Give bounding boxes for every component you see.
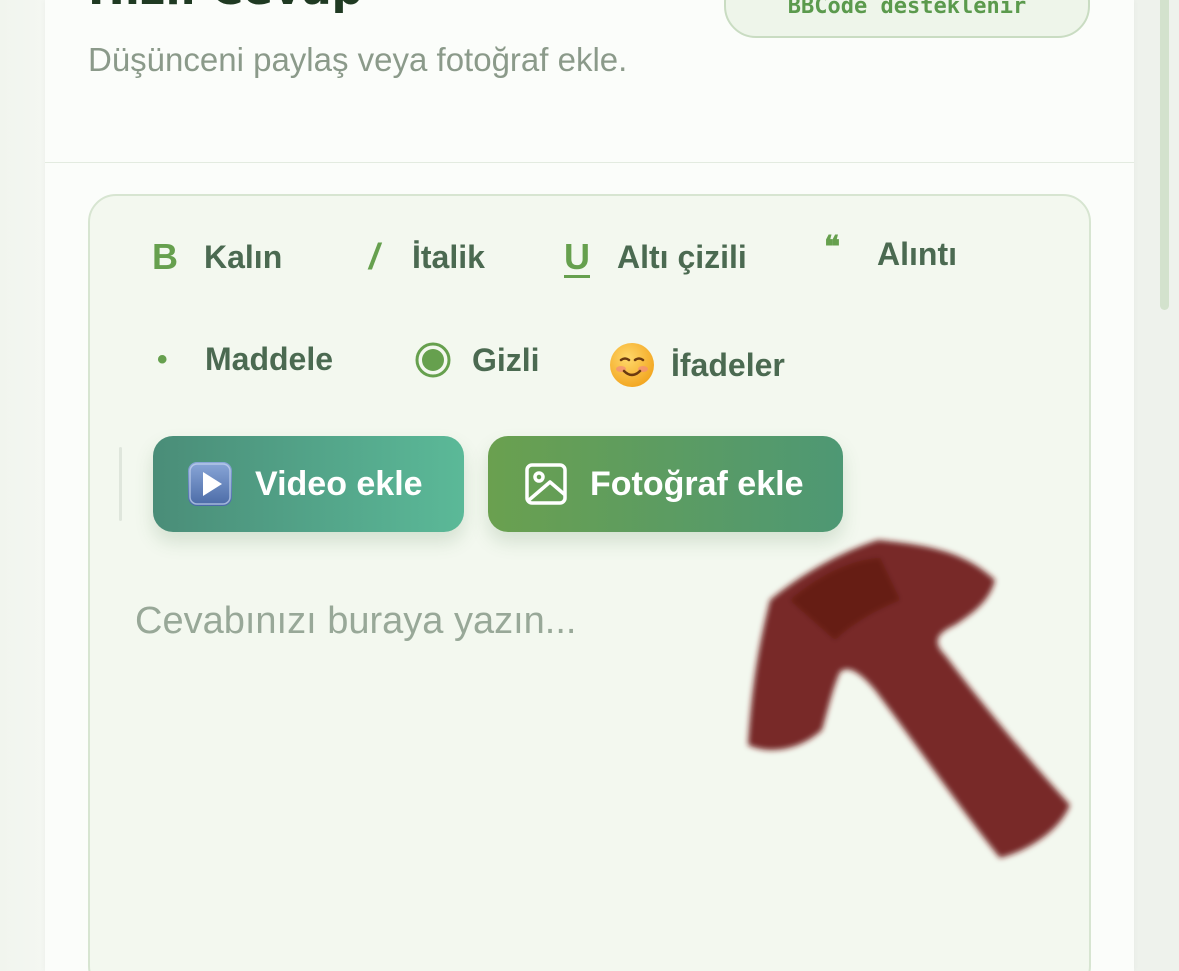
emoji-button[interactable]: İfadeler bbox=[608, 341, 785, 389]
emoji-label: İfadeler bbox=[671, 346, 785, 383]
image-icon bbox=[524, 462, 590, 506]
list-label: Maddele bbox=[205, 341, 334, 377]
underline-button[interactable]: U Altı çizili bbox=[564, 236, 747, 278]
italic-icon: / bbox=[369, 236, 380, 277]
underline-icon: U bbox=[564, 236, 590, 277]
reply-textarea[interactable] bbox=[135, 600, 1035, 960]
scrollbar-thumb[interactable] bbox=[1160, 0, 1169, 310]
add-video-label: Video ekle bbox=[255, 464, 423, 503]
underline-label: Altı çizili bbox=[617, 238, 747, 275]
section-title: Hızlı Cevap bbox=[88, 0, 363, 15]
bold-button[interactable]: B Kalın bbox=[152, 236, 282, 278]
bold-label: Kalın bbox=[204, 238, 283, 275]
divider bbox=[45, 162, 1134, 163]
bbcode-badge: BBCode desteklenir bbox=[724, 0, 1090, 38]
quote-label: Alıntı bbox=[877, 236, 957, 272]
radio-icon bbox=[414, 341, 472, 379]
section-subtitle: Düşünceni paylaş veya fotoğraf ekle. bbox=[88, 41, 628, 78]
italic-button[interactable]: / İtalik bbox=[369, 236, 485, 278]
quote-icon: ❝ bbox=[824, 231, 841, 264]
hidden-label: Gizli bbox=[472, 341, 540, 378]
add-photo-label: Fotoğraf ekle bbox=[590, 464, 804, 503]
bold-icon: B bbox=[152, 236, 178, 277]
add-video-button[interactable]: Video ekle bbox=[153, 436, 464, 532]
smiling-face-icon bbox=[608, 341, 671, 389]
bullet-icon: • bbox=[157, 342, 168, 376]
page: Hızlı Cevap BBCode desteklenir Düşünceni… bbox=[0, 0, 1179, 971]
hidden-button[interactable]: Gizli bbox=[414, 341, 540, 379]
play-button-icon bbox=[186, 460, 255, 508]
quote-button[interactable]: ❝ Alıntı bbox=[824, 231, 957, 273]
add-photo-button[interactable]: Fotoğraf ekle bbox=[488, 436, 843, 532]
list-button[interactable]: • Maddele bbox=[157, 341, 333, 378]
toolbar-separator bbox=[119, 447, 122, 521]
italic-label: İtalik bbox=[412, 238, 485, 275]
